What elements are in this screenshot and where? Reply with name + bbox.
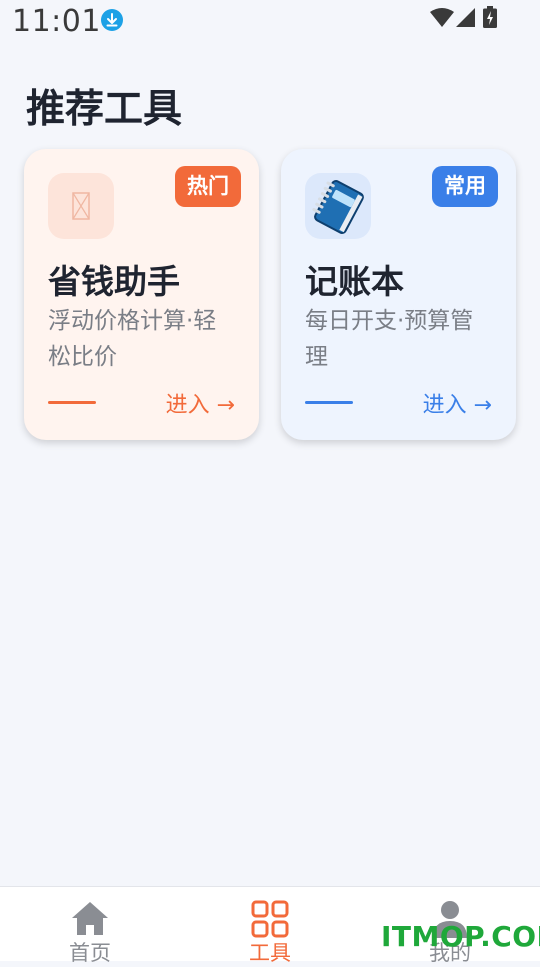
page-title: 推荐工具 (26, 87, 183, 132)
grid-icon (251, 900, 289, 938)
battery-charging-icon (483, 6, 497, 28)
home-icon (72, 902, 108, 935)
hot-badge: 热门 (175, 166, 241, 207)
status-bar: 11:01 (0, 0, 540, 44)
tab-label: 首页 (69, 941, 111, 965)
accent-line (305, 401, 353, 404)
notebook-icon (312, 180, 364, 234)
status-time: 11:01 (12, 4, 101, 39)
tab-tools[interactable]: 工具 (210, 887, 330, 965)
placeholder-image-icon (72, 192, 90, 220)
download-notification-icon (101, 9, 123, 31)
tab-home[interactable]: 首页 (30, 887, 150, 965)
wifi-icon (430, 8, 454, 27)
watermark: ITMOP.COM (381, 920, 540, 953)
common-badge: 常用 (432, 166, 498, 207)
tab-label: 工具 (249, 941, 291, 965)
enter-link[interactable]: 进入 → (423, 387, 492, 419)
card-title: 记账本 (305, 262, 404, 301)
accent-line (48, 401, 96, 404)
card-icon-box (305, 173, 371, 239)
enter-link[interactable]: 进入 → (166, 387, 235, 419)
card-icon-box (48, 173, 114, 239)
card-title: 省钱助手 (48, 262, 180, 301)
card-description: 每日开支·预算管理 (305, 308, 474, 370)
card-description: 浮动价格计算·轻松比价 (48, 308, 217, 370)
ledger-card[interactable]: 常用 记账本 每日开支·预算管理 进入 → (281, 149, 516, 440)
signal-icon (456, 8, 475, 27)
saving-helper-card[interactable]: 热门 省钱助手 浮动价格计算·轻松比价 进入 → (24, 149, 259, 440)
